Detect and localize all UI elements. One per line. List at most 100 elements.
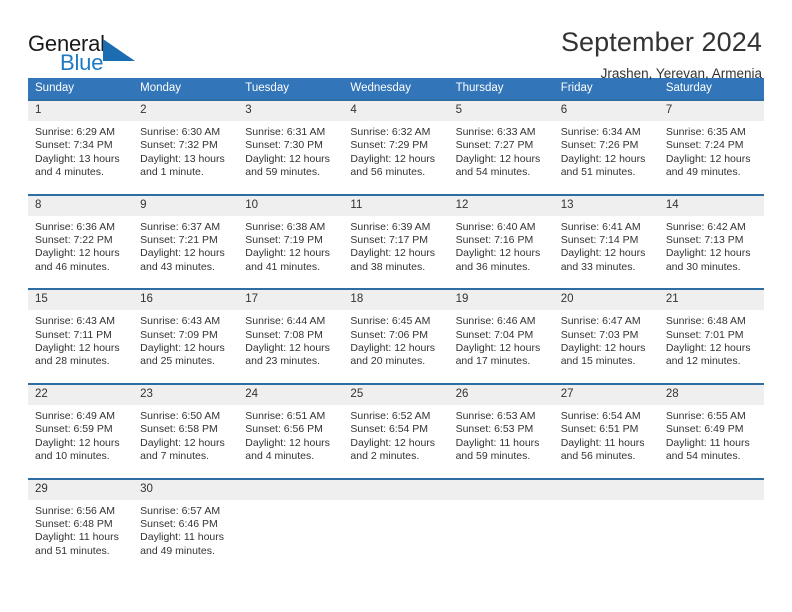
sunset-text: Sunset: 6:58 PM xyxy=(140,423,218,436)
day-number: 1 xyxy=(28,101,134,121)
day-number xyxy=(448,479,554,500)
day-number: 6 xyxy=(553,101,659,121)
sunrise-text: Sunrise: 6:41 AM xyxy=(560,220,641,233)
day-cell[interactable]: 24 Sunrise: 6:51 AM Sunset: 6:56 PM Dayl… xyxy=(238,382,344,464)
day-cell[interactable]: 23 Sunrise: 6:50 AM Sunset: 6:58 PM Dayl… xyxy=(133,382,239,464)
day-cell[interactable]: 20 Sunrise: 6:47 AM Sunset: 7:03 PM Dayl… xyxy=(553,288,659,369)
sunset-text: Sunset: 6:54 PM xyxy=(350,423,429,436)
daylight-text-line1: Daylight: 12 hours xyxy=(665,247,751,260)
day-details: Sunrise: 6:57 AM Sunset: 6:46 PM Dayligh… xyxy=(133,500,238,559)
week-spacer xyxy=(28,179,764,195)
day-cell[interactable]: 16 Sunrise: 6:43 AM Sunset: 7:09 PM Dayl… xyxy=(133,288,239,369)
general-blue-logo[interactable]: General Blue xyxy=(28,26,148,78)
daylight-text-line1: Daylight: 12 hours xyxy=(560,342,646,355)
day-cell[interactable]: 17 Sunrise: 6:44 AM Sunset: 7:08 PM Dayl… xyxy=(238,288,344,369)
daylight-text-line1: Daylight: 12 hours xyxy=(140,247,225,260)
daylight-text-line1: Daylight: 12 hours xyxy=(350,436,436,449)
daylight-text-line1: Daylight: 12 hours xyxy=(245,436,330,449)
day-cell[interactable]: 15 Sunrise: 6:43 AM Sunset: 7:11 PM Dayl… xyxy=(28,288,134,369)
day-number: 30 xyxy=(133,479,239,500)
day-cell[interactable]: 3 Sunrise: 6:31 AM Sunset: 7:30 PM Dayli… xyxy=(238,99,344,180)
column-header-sunday: Sunday xyxy=(28,78,134,100)
day-cell[interactable]: 10 Sunrise: 6:38 AM Sunset: 7:19 PM Dayl… xyxy=(238,193,344,275)
sunset-text: Sunset: 7:24 PM xyxy=(665,139,744,152)
daylight-text-line2: and 54 minutes. xyxy=(455,166,531,179)
day-cell[interactable]: 8 Sunrise: 6:36 AM Sunset: 7:22 PM Dayli… xyxy=(28,193,134,275)
sunset-text: Sunset: 7:21 PM xyxy=(140,234,218,247)
sunset-text: Sunset: 7:32 PM xyxy=(140,139,218,152)
day-cell[interactable]: 5 Sunrise: 6:33 AM Sunset: 7:27 PM Dayli… xyxy=(448,99,554,180)
day-cell[interactable]: 2 Sunrise: 6:30 AM Sunset: 7:32 PM Dayli… xyxy=(133,99,239,180)
day-cell[interactable]: 30 Sunrise: 6:57 AM Sunset: 6:46 PM Dayl… xyxy=(133,477,239,559)
daylight-text-line1: Daylight: 11 hours xyxy=(455,436,540,449)
day-number: 15 xyxy=(28,290,134,311)
daylight-text-line2: and 49 minutes. xyxy=(140,544,215,557)
sunrise-text: Sunrise: 6:50 AM xyxy=(140,409,221,422)
day-cell[interactable]: 11 Sunrise: 6:39 AM Sunset: 7:17 PM Dayl… xyxy=(343,193,449,275)
daylight-text-line2: and 56 minutes. xyxy=(560,450,636,463)
day-number: 4 xyxy=(343,101,449,121)
day-cell[interactable]: 25 Sunrise: 6:52 AM Sunset: 6:54 PM Dayl… xyxy=(343,382,449,464)
sunrise-text: Sunrise: 6:37 AM xyxy=(140,220,221,233)
day-cell[interactable]: 1 Sunrise: 6:29 AM Sunset: 7:34 PM Dayli… xyxy=(28,99,134,180)
day-cell[interactable]: 21 Sunrise: 6:48 AM Sunset: 7:01 PM Dayl… xyxy=(658,288,764,369)
day-cell[interactable]: 19 Sunrise: 6:46 AM Sunset: 7:04 PM Dayl… xyxy=(448,288,554,369)
daylight-text-line2: and 2 minutes. xyxy=(350,450,420,463)
column-header-wednesday: Wednesday xyxy=(343,78,449,100)
title-block: September 2024 Jrashen, Yerevan, Armenia xyxy=(561,26,764,84)
day-cell[interactable]: 18 Sunrise: 6:45 AM Sunset: 7:06 PM Dayl… xyxy=(343,288,449,369)
day-cell[interactable]: 14 Sunrise: 6:42 AM Sunset: 7:13 PM Dayl… xyxy=(658,193,764,275)
daylight-text-line1: Daylight: 12 hours xyxy=(455,152,541,165)
daylight-text-line1: Daylight: 12 hours xyxy=(560,247,646,260)
sunrise-text: Sunrise: 6:36 AM xyxy=(35,220,115,233)
daylight-text-line1: Daylight: 12 hours xyxy=(665,152,751,165)
daylight-text-line2: and 56 minutes. xyxy=(350,166,426,179)
sunset-text: Sunset: 7:14 PM xyxy=(560,234,639,247)
sunrise-text: Sunrise: 6:46 AM xyxy=(455,315,536,328)
sunset-text: Sunset: 7:26 PM xyxy=(560,139,639,152)
sunrise-text: Sunrise: 6:52 AM xyxy=(350,409,431,422)
day-details: Sunrise: 6:56 AM Sunset: 6:48 PM Dayligh… xyxy=(28,500,133,559)
daylight-text-line2: and 51 minutes. xyxy=(560,166,636,179)
day-details: Sunrise: 6:46 AM Sunset: 7:04 PM Dayligh… xyxy=(449,310,554,369)
daylight-text-line2: and 1 minute. xyxy=(140,166,204,179)
sunset-text: Sunset: 7:04 PM xyxy=(455,328,534,341)
sunset-text: Sunset: 6:48 PM xyxy=(35,517,113,530)
sunrise-text: Sunrise: 6:40 AM xyxy=(455,220,536,233)
daylight-text-line2: and 10 minutes. xyxy=(35,450,110,463)
day-cell[interactable]: 29 Sunrise: 6:56 AM Sunset: 6:48 PM Dayl… xyxy=(28,477,134,559)
day-cell[interactable]: 26 Sunrise: 6:53 AM Sunset: 6:53 PM Dayl… xyxy=(448,382,554,464)
day-number: 5 xyxy=(448,101,554,121)
day-details: Sunrise: 6:40 AM Sunset: 7:16 PM Dayligh… xyxy=(449,216,554,275)
day-cell[interactable]: 27 Sunrise: 6:54 AM Sunset: 6:51 PM Dayl… xyxy=(553,382,659,464)
day-cell-empty xyxy=(553,477,659,559)
week-row: 1 Sunrise: 6:29 AM Sunset: 7:34 PM Dayli… xyxy=(28,99,764,180)
day-cell[interactable]: 28 Sunrise: 6:55 AM Sunset: 6:49 PM Dayl… xyxy=(658,382,764,464)
daylight-text-line1: Daylight: 12 hours xyxy=(245,152,330,165)
daylight-text-line2: and 41 minutes. xyxy=(245,260,320,273)
day-number xyxy=(553,479,659,500)
day-details: Sunrise: 6:50 AM Sunset: 6:58 PM Dayligh… xyxy=(133,405,238,464)
day-cell[interactable]: 7 Sunrise: 6:35 AM Sunset: 7:24 PM Dayli… xyxy=(658,99,764,180)
daylight-text-line2: and 25 minutes. xyxy=(140,355,215,368)
sunrise-text: Sunrise: 6:43 AM xyxy=(35,315,115,328)
day-number: 28 xyxy=(658,384,764,405)
sunrise-text: Sunrise: 6:44 AM xyxy=(245,315,326,328)
day-cell[interactable]: 6 Sunrise: 6:34 AM Sunset: 7:26 PM Dayli… xyxy=(553,99,659,180)
page-title: September 2024 xyxy=(560,27,762,57)
day-details: Sunrise: 6:52 AM Sunset: 6:54 PM Dayligh… xyxy=(343,405,448,464)
daylight-text-line1: Daylight: 12 hours xyxy=(140,436,225,449)
day-cell[interactable]: 13 Sunrise: 6:41 AM Sunset: 7:14 PM Dayl… xyxy=(553,193,659,275)
day-cell[interactable]: 9 Sunrise: 6:37 AM Sunset: 7:21 PM Dayli… xyxy=(133,193,239,275)
day-cell[interactable]: 22 Sunrise: 6:49 AM Sunset: 6:59 PM Dayl… xyxy=(28,382,134,464)
day-cell[interactable]: 12 Sunrise: 6:40 AM Sunset: 7:16 PM Dayl… xyxy=(448,193,554,275)
daylight-text-line1: Daylight: 12 hours xyxy=(350,342,436,355)
daylight-text-line1: Daylight: 12 hours xyxy=(245,342,330,355)
week-spacer xyxy=(28,368,764,384)
week-spacer xyxy=(28,463,764,479)
day-cell[interactable]: 4 Sunrise: 6:32 AM Sunset: 7:29 PM Dayli… xyxy=(343,99,449,180)
daylight-text-line2: and 23 minutes. xyxy=(245,355,320,368)
day-number: 22 xyxy=(28,384,134,405)
daylight-text-line2: and 51 minutes. xyxy=(35,544,110,557)
column-header-tuesday: Tuesday xyxy=(238,78,344,100)
